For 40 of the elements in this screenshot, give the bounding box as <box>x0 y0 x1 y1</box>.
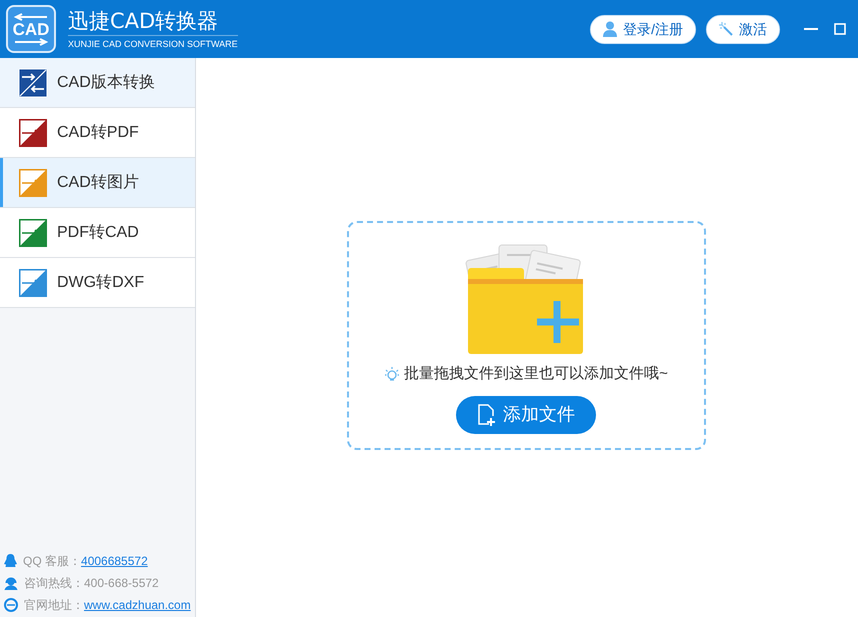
sidebar-item-label: CAD转图片 <box>57 172 139 192</box>
file-convert-icon <box>19 118 47 146</box>
file-convert-icon <box>19 168 47 196</box>
contact-label: 官网地址： <box>24 597 84 613</box>
file-add-icon <box>477 404 495 426</box>
sidebar-item-label: CAD转PDF <box>57 122 139 142</box>
lightbulb-icon <box>384 366 400 382</box>
app-subtitle: XUNJIE CAD CONVERSION SOFTWARE <box>68 35 238 51</box>
arrow-right-icon <box>13 38 49 46</box>
add-file-button[interactable]: 添加文件 <box>456 396 596 434</box>
file-convert-icon <box>19 268 47 296</box>
magic-wand-icon <box>719 22 733 36</box>
contact-link[interactable]: 4006685572 <box>81 553 148 569</box>
logo-text: CAD <box>12 20 50 38</box>
contact-label: QQ 客服： <box>23 553 82 569</box>
sidebar-item[interactable]: CAD版本转换 <box>0 58 195 108</box>
sidebar-item[interactable]: DWG转DXF <box>0 258 195 308</box>
file-convert-icon <box>19 218 47 246</box>
activate-button[interactable]: 激活 <box>706 14 780 44</box>
contact-value: 400-668-5572 <box>84 575 159 591</box>
contact-link[interactable]: www.cadzhuan.com <box>84 597 191 613</box>
sidebar-item[interactable]: PDF转CAD <box>0 208 195 258</box>
app-title: 迅捷CAD转换器 <box>68 8 220 35</box>
sidebar-item[interactable]: CAD转图片 <box>0 158 195 208</box>
contact-label: 咨询热线： <box>24 575 84 591</box>
drop-zone[interactable]: 批量拖拽文件到这里也可以添加文件哦~ 添加文件 <box>346 221 706 450</box>
penguin-icon <box>4 554 17 568</box>
sidebar-item-label: DWG转DXF <box>57 272 144 292</box>
convert-arrows-icon <box>19 68 47 96</box>
sidebar-item[interactable]: CAD转PDF <box>0 108 195 158</box>
selection-indicator <box>0 158 3 207</box>
user-icon <box>603 21 618 37</box>
sidebar-item-label: PDF转CAD <box>57 222 139 242</box>
arrow-left-icon <box>13 12 49 20</box>
maximize-icon[interactable] <box>834 23 846 35</box>
login-button[interactable]: 登录/注册 <box>590 14 696 44</box>
headset-icon <box>4 576 18 590</box>
minimize-icon[interactable] <box>804 27 818 31</box>
sidebar-item-label: CAD版本转换 <box>57 72 155 92</box>
drop-hint: 批量拖拽文件到这里也可以添加文件哦~ <box>404 364 668 384</box>
